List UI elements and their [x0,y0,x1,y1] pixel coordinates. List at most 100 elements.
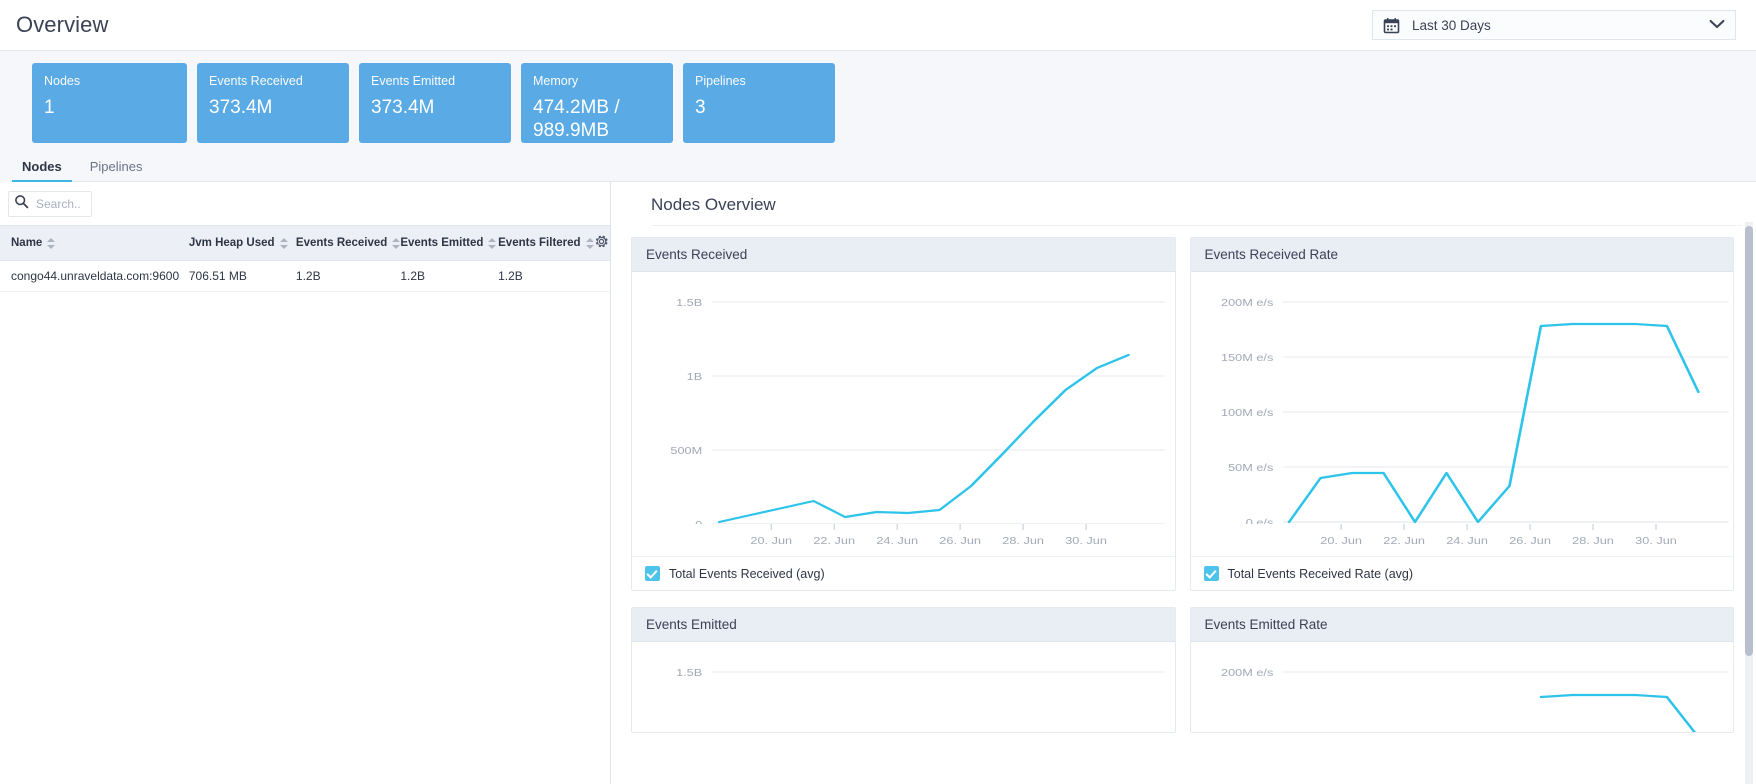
chevron-down-icon[interactable] [1709,16,1725,34]
svg-text:1.5B: 1.5B [676,667,702,679]
gear-icon[interactable] [594,235,609,252]
cell-events-received: 1.2B [295,260,401,292]
kpi-value: 474.2MB / 989.9MB [533,97,620,141]
kpi-card-events-received: Events Received 373.4M [197,63,349,143]
legend-label: Total Events Received (avg) [669,566,825,581]
series-total-events-received [717,353,1130,524]
sort-icon[interactable] [488,237,497,249]
kpi-label: Pipelines [695,74,746,88]
chart-row-2: Events Emitted 1.5B Events Emitted Rate [631,607,1734,733]
series-total-events-emitted-rate [1539,693,1696,732]
tab-pipelines[interactable]: Pipelines [78,159,155,181]
nodes-overview-panel: Nodes Overview Events Received 1.5B 1B 5… [611,182,1756,784]
column-label: Events Emitted [400,237,484,249]
top-bar: Overview Last 30 Days [0,0,1756,51]
content-area: Name Jvm Heap Used Eve [0,182,1756,784]
kpi-value: 3 [695,97,706,118]
y-tick-labels: 200M e/s 150M e/s 100M e/s 50M e/s 0 e/s [1221,297,1273,524]
series-total-events-received-rate [1287,322,1700,524]
kpi-card-row: Nodes 1 Events Received 373.4M Events Em… [0,51,1756,143]
column-settings-button[interactable] [594,225,610,261]
cell-spacer [594,260,610,292]
chart-xaxis-events-received-rate: 20. Jun 22. Jun 24. Jun 26. Jun 28. Jun … [1190,524,1733,556]
column-header-events-filtered[interactable]: Events Filtered [498,225,595,261]
x-axis-svg: 20. Jun 22. Jun 24. Jun 26. Jun 28. Jun … [750,524,1107,547]
chart-row-1: Events Received 1.5B 1B 500M 20. Jun 22.… [631,237,1734,591]
chart-card-events-received-rate: Events Received Rate 200M e/s 150M e/s 1… [1189,237,1734,591]
chart-plot-events-received-rate: 200M e/s 150M e/s 100M e/s 50M e/s 0 e/s [1190,272,1733,524]
table-body: congo44.unraveldata.com:9600 706.51 MB 1… [0,260,610,292]
sort-icon[interactable] [585,237,594,249]
chart-card-events-emitted: Events Emitted 1.5B [631,607,1176,733]
chart-card-events-emitted-rate: Events Emitted Rate 200M e/s [1189,607,1734,733]
svg-text:22. Jun: 22. Jun [1383,535,1425,547]
column-label: Events Received [295,237,388,249]
vertical-scrollbar-thumb[interactable] [1745,226,1753,656]
search-row [0,182,610,225]
sort-icon[interactable] [279,237,288,249]
chart-xaxis-events-received: 20. Jun 22. Jun 24. Jun 26. Jun 28. Jun … [632,524,1175,556]
chart-svg: 1.5B [676,667,1165,679]
search-box[interactable] [8,191,92,217]
gridlines [711,301,1165,524]
cell-jvm-heap-used: 706.51 MB [188,260,296,292]
svg-text:26. Jun: 26. Jun [939,535,981,547]
legend-checkbox[interactable] [645,566,660,581]
kpi-value: 1 [44,97,55,118]
svg-text:150M e/s: 150M e/s [1221,352,1273,364]
cell-events-emitted: 1.2B [400,260,499,292]
column-label: Name [11,237,43,249]
column-label: Jvm Heap Used [188,237,275,249]
cell-events-filtered: 1.2B [498,260,595,292]
column-header-events-emitted[interactable]: Events Emitted [400,225,499,261]
column-header-name[interactable]: Name [0,225,189,261]
sort-icon[interactable] [392,237,401,249]
svg-text:24. Jun: 24. Jun [1446,535,1488,547]
top-bar-right: Last 30 Days [1372,10,1736,40]
y-tick-labels: 1.5B 1B 500M 0 [670,297,702,524]
kpi-label: Events Emitted [371,74,456,88]
calendar-icon [1383,17,1400,34]
nodes-table-panel: Name Jvm Heap Used Eve [0,182,611,784]
nodes-overview-title-wrap: Nodes Overview [611,182,1756,226]
legend-label: Total Events Received Rate (avg) [1227,566,1414,581]
svg-text:500M: 500M [670,445,702,457]
chart-plot-events-received: 1.5B 1B 500M 0 [632,272,1175,524]
table-header: Name Jvm Heap Used Events Received Event… [0,225,610,261]
search-input[interactable] [34,196,86,212]
column-header-jvm-heap-used[interactable]: Jvm Heap Used [188,225,296,261]
date-range-value: Last 30 Days [1412,17,1491,33]
chart-plot-events-emitted-rate: 200M e/s [1190,642,1733,732]
chart-svg: 1.5B 1B 500M 0 [670,297,1165,524]
nodes-overview-title: Nodes Overview [651,182,1742,226]
kpi-card-pipelines: Pipelines 3 [683,63,835,143]
chart-title: Events Emitted Rate [1190,608,1733,642]
kpi-card-nodes: Nodes 1 [32,63,187,143]
svg-text:50M e/s: 50M e/s [1228,462,1273,474]
chart-legend-events-received: Total Events Received (avg) [632,556,1175,590]
search-icon [14,194,29,214]
date-range-picker[interactable]: Last 30 Days [1372,10,1736,40]
chart-title: Events Emitted [632,608,1175,642]
chart-legend-events-received-rate: Total Events Received Rate (avg) [1190,556,1733,590]
legend-checkbox[interactable] [1203,566,1219,581]
table-header-row: Name Jvm Heap Used Events Received Event… [0,225,610,261]
charts-scroll-area: Events Received 1.5B 1B 500M 20. Jun 22.… [611,226,1756,784]
x-axis-svg: 20. Jun 22. Jun 24. Jun 26. Jun 28. Jun … [1320,524,1677,547]
svg-text:200M e/s: 200M e/s [1221,297,1273,309]
kpi-label: Events Received [209,74,303,88]
column-header-events-received[interactable]: Events Received [295,225,401,261]
tab-nodes[interactable]: Nodes [10,159,74,182]
overview-page: Overview Last 30 Days Nodes 1 Events Rec… [0,0,1756,784]
kpi-value: 373.4M [209,97,273,118]
table-row[interactable]: congo44.unraveldata.com:9600 706.51 MB 1… [0,260,610,292]
chart-svg: 200M e/s 150M e/s 100M e/s 50M e/s 0 e/s [1221,297,1729,524]
chart-row-gap [631,591,1734,607]
chart-title: Events Received [632,238,1175,272]
svg-text:100M e/s: 100M e/s [1221,407,1273,419]
svg-text:30. Jun: 30. Jun [1065,535,1107,547]
svg-text:30. Jun: 30. Jun [1635,535,1677,547]
svg-text:22. Jun: 22. Jun [813,535,855,547]
sort-icon[interactable] [47,237,56,249]
kpi-label: Memory [533,74,579,88]
